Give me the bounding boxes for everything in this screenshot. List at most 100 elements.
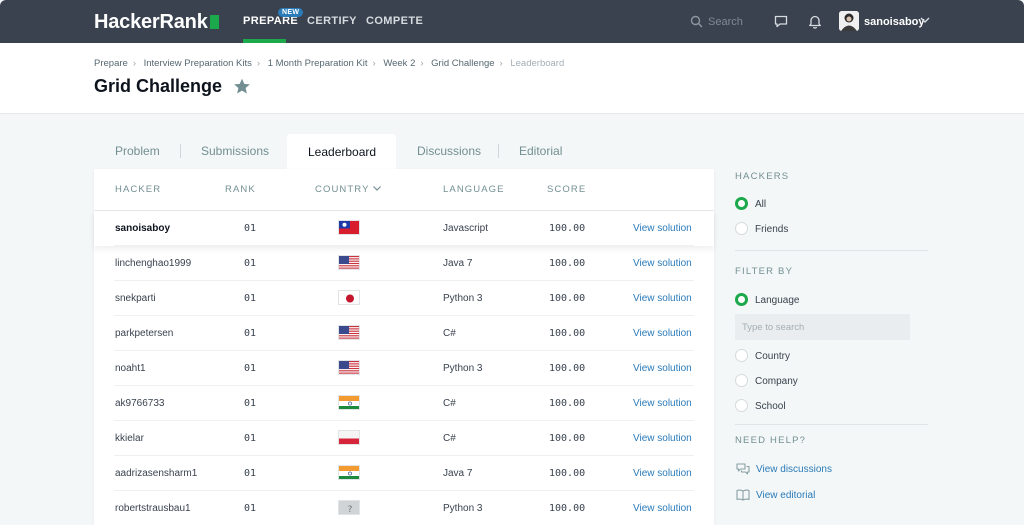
tab-discussions[interactable]: Discussions: [417, 144, 481, 158]
svg-text:?: ?: [348, 505, 353, 515]
radio-company[interactable]: [735, 374, 748, 387]
country-flag-icon: [338, 430, 360, 445]
table-row: robertstrausbau1 01? Python 3 100.00 View so…: [94, 491, 714, 525]
rank-value: 01: [244, 293, 257, 304]
table-row: noaht1 01 Python 3 100.00 View solution: [94, 351, 714, 386]
radio-language-label[interactable]: Language: [755, 295, 800, 306]
view-discussions-link[interactable]: View discussions: [756, 464, 832, 475]
breadcrumb-prepare[interactable]: Prepare: [94, 58, 128, 69]
country-flag-icon: [338, 325, 360, 340]
language-value: C#: [443, 328, 456, 339]
view-solution-link[interactable]: View solution: [633, 363, 692, 374]
logo-green-block: [209, 15, 219, 29]
table-row: aadrizasensharm1 01 Java 7 100.00 View solut…: [94, 456, 714, 491]
tab-leaderboard-label: Leaderboard: [308, 145, 377, 159]
rank-value: 01: [244, 398, 257, 409]
leaderboard-table: HACKER RANK COUNTRY LANGUAGE SCORE sanoi…: [94, 169, 714, 525]
username[interactable]: sanoisaboy: [864, 16, 925, 28]
hacker-name[interactable]: snekparti: [115, 293, 156, 304]
breadcrumb-week-2[interactable]: Week 2: [383, 58, 415, 69]
country-flag-icon: [338, 465, 360, 480]
radio-company-label[interactable]: Company: [755, 376, 798, 387]
sidebar-divider: [735, 424, 928, 425]
column-header-language: LANGUAGE: [443, 184, 505, 195]
rank-value: 01: [244, 258, 257, 269]
country-flag-icon: [338, 395, 360, 410]
nav-compete[interactable]: COMPETE: [366, 15, 423, 27]
rank-value: 01: [244, 433, 257, 444]
chat-icon[interactable]: [774, 15, 788, 28]
view-solution-link[interactable]: View solution: [633, 503, 692, 514]
view-solution-link[interactable]: View solution: [633, 468, 692, 479]
top-navbar: HackerRank PREPARE NEW CERTIFY COMPETE s…: [0, 0, 1024, 43]
hacker-name[interactable]: noaht1: [115, 363, 146, 374]
tab-submissions[interactable]: Submissions: [201, 144, 269, 158]
hacker-name[interactable]: sanoisaboy: [115, 223, 170, 234]
table-row: sanoisaboy 01 Javascript 100.00 View solutio…: [94, 211, 714, 246]
score-value: 100.00: [549, 293, 586, 304]
view-solution-link[interactable]: View solution: [633, 293, 692, 304]
column-header-country-label: COUNTRY: [315, 184, 370, 195]
table-row: linchenghao1999 01 Java 7 100.00 View soluti…: [94, 246, 714, 281]
view-solution-link[interactable]: View solution: [633, 223, 692, 234]
hacker-name[interactable]: parkpetersen: [115, 328, 173, 339]
view-solution-link[interactable]: View solution: [633, 433, 692, 444]
need-help-heading: NEED HELP?: [735, 435, 807, 446]
hackerrank-logo[interactable]: HackerRank: [94, 11, 219, 34]
score-value: 100.00: [549, 503, 586, 514]
filter-by-heading: FILTER BY: [735, 266, 794, 277]
tab-divider: [180, 144, 181, 158]
breadcrumb-grid-challenge[interactable]: Grid Challenge: [431, 58, 494, 69]
view-solution-link[interactable]: View solution: [633, 398, 692, 409]
radio-school-label[interactable]: School: [755, 401, 786, 412]
view-editorial-link[interactable]: View editorial: [756, 490, 815, 501]
hacker-name[interactable]: robertstrausbau1: [115, 503, 191, 514]
rank-value: 01: [244, 363, 257, 374]
page-header: Prepare › Interview Preparation Kits › 1 M…: [0, 43, 1024, 114]
radio-country-label[interactable]: Country: [755, 351, 790, 362]
search-box[interactable]: [690, 14, 770, 30]
search-input[interactable]: [708, 14, 768, 30]
breadcrumb-separator: ›: [372, 58, 376, 69]
bell-icon[interactable]: [808, 14, 822, 29]
radio-country[interactable]: [735, 349, 748, 362]
hacker-name[interactable]: ak9766733: [115, 398, 165, 409]
column-header-hacker: HACKER: [115, 184, 162, 195]
table-row: ak9766733 01 C# 100.00 View solution: [94, 386, 714, 421]
score-value: 100.00: [549, 433, 586, 444]
country-flag-icon: [338, 290, 360, 305]
tab-leaderboard[interactable]: Leaderboard: [287, 134, 396, 170]
hacker-name[interactable]: aadrizasensharm1: [115, 468, 197, 479]
radio-all-label[interactable]: All: [755, 199, 766, 210]
table-row: kkielar 01 C# 100.00 View solution: [94, 421, 714, 456]
radio-all[interactable]: [735, 197, 748, 210]
radio-friends[interactable]: [735, 222, 748, 235]
sidebar-divider: [735, 250, 928, 251]
hacker-name[interactable]: kkielar: [115, 433, 144, 444]
table-row: parkpetersen 01 C# 100.00 View solution: [94, 316, 714, 351]
view-solution-link[interactable]: View solution: [633, 258, 692, 269]
avatar[interactable]: [839, 11, 859, 31]
hacker-name[interactable]: linchenghao1999: [115, 258, 191, 269]
score-value: 100.00: [549, 363, 586, 374]
tab-problem[interactable]: Problem: [115, 144, 160, 158]
view-solution-link[interactable]: View solution: [633, 328, 692, 339]
language-value: Java 7: [443, 468, 473, 479]
rank-value: 01: [244, 503, 257, 514]
column-header-country[interactable]: COUNTRY: [315, 184, 382, 195]
star-icon[interactable]: [233, 78, 251, 95]
breadcrumb-interview-kits[interactable]: Interview Preparation Kits: [144, 58, 252, 69]
discussions-icon: [736, 463, 750, 475]
breadcrumb-1-month-kit[interactable]: 1 Month Preparation Kit: [268, 58, 368, 69]
radio-school[interactable]: [735, 399, 748, 412]
tab-editorial[interactable]: Editorial: [519, 144, 562, 158]
language-value: Javascript: [443, 223, 489, 234]
nav-certify[interactable]: CERTIFY: [307, 15, 357, 27]
language-filter-input[interactable]: [735, 314, 910, 340]
radio-friends-label[interactable]: Friends: [755, 224, 788, 235]
chevron-down-icon[interactable]: [920, 16, 930, 24]
language-value: Java 7: [443, 258, 473, 269]
radio-language[interactable]: [735, 293, 748, 306]
rank-value: 01: [244, 468, 257, 479]
breadcrumb-separator: ›: [420, 58, 424, 69]
